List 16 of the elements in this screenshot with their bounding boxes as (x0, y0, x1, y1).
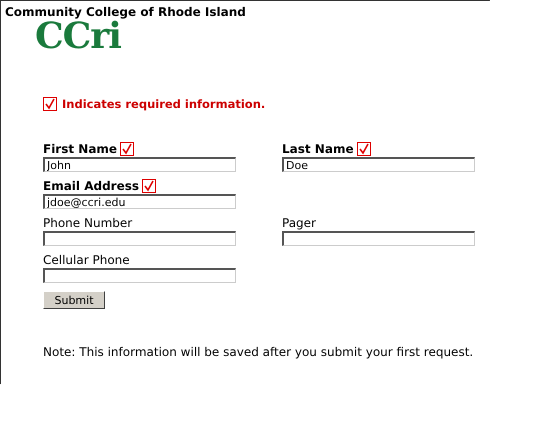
input-field[interactable] (43, 268, 236, 283)
submit-button[interactable]: Submit (43, 291, 105, 309)
field-label: Pager (282, 216, 316, 230)
note-text: Note: This information will be saved after you submit your first request. (43, 345, 474, 359)
input-field[interactable]: Doe (282, 157, 475, 172)
input-field[interactable] (43, 231, 236, 246)
required-note: Indicates required information. (62, 97, 266, 111)
field-label: Cellular Phone (43, 253, 130, 267)
required-checkbox-icon (43, 97, 57, 111)
field-label: Email Address (43, 179, 140, 193)
site-title: Community College of Rhode Island (4, 4, 247, 19)
input-field[interactable]: jdoe@ccri.edu (43, 194, 236, 209)
input-field[interactable] (282, 231, 475, 246)
field-label: Phone Number (43, 216, 132, 230)
field-label: First Name (43, 142, 118, 156)
field-label: Last Name (282, 142, 354, 156)
